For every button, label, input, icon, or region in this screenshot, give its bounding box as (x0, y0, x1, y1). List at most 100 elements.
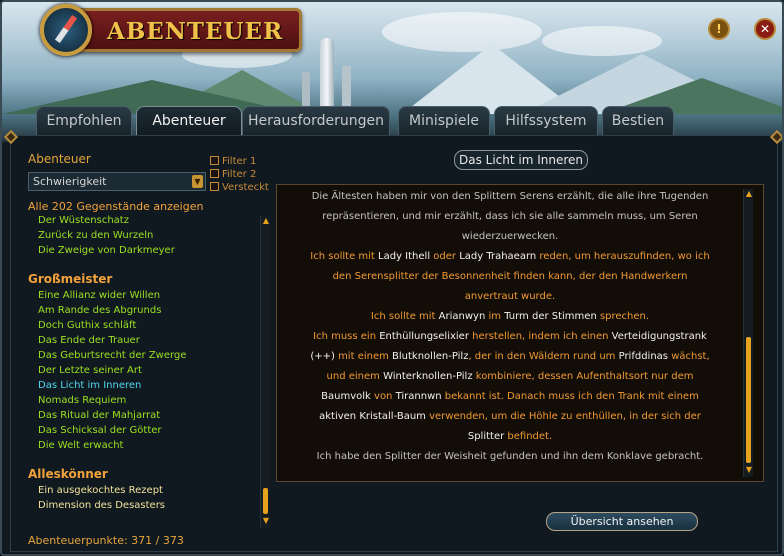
journal-segment: herstellen, indem ich einen (468, 331, 612, 342)
window-title: ABENTEUER (107, 18, 284, 45)
filter-1-checkbox[interactable]: Filter 1 (210, 156, 256, 167)
scroll-down-icon[interactable]: ▼ (261, 516, 271, 526)
list-item[interactable]: Ein ausgekochtes Rezept (38, 485, 163, 496)
list-item[interactable]: Der Letzte seiner Art (38, 365, 142, 376)
journal-line: Splitter befindet. (285, 427, 735, 447)
journal-segment: Die Ältesten haben mir von den Splittern… (311, 191, 709, 202)
list-item[interactable]: Eine Allianz wider Willen (38, 290, 160, 301)
list-item[interactable]: Doch Guthix schläft (38, 320, 136, 331)
journal-segment: Winterknollen-Pilz (383, 371, 473, 382)
journal-segment: bekannt ist. Danach muss ich den Trank m… (441, 391, 699, 402)
journal-segment: Splitter (467, 431, 505, 442)
tab-herausforderungen[interactable]: Herausforderungen (242, 106, 390, 136)
tab-abenteuer[interactable]: Abenteuer (136, 106, 242, 137)
list-item[interactable]: Das Schicksal der Götter (38, 425, 162, 436)
close-icon[interactable]: ✕ (754, 18, 776, 40)
journal-segment: Ich sollte mit (370, 311, 439, 322)
scroll-up-icon[interactable]: ▲ (744, 189, 754, 199)
journal-text: Die Ältesten haben mir von den Splittern… (277, 185, 743, 467)
journal-line: repräsentieren, und mir erzählt, dass ic… (285, 207, 735, 227)
tower-art (302, 72, 310, 110)
tab-label: Abenteuer (152, 113, 226, 129)
journal-segment: Ich sollte mit (310, 251, 379, 262)
journal-line: Die Ältesten haben mir von den Splittern… (285, 187, 735, 207)
sort-dropdown-value: Schwierigkeit (33, 175, 107, 188)
journal-segment: aktiven Kristall-Baum (319, 411, 426, 422)
list-item[interactable]: Die Welt erwacht (38, 440, 123, 451)
list-item[interactable]: Der Wüstenschatz (38, 215, 129, 226)
quest-list: Alle 202 Gegenstände anzeigen Der Wüsten… (26, 198, 258, 524)
chevron-down-icon: ▼ (192, 175, 203, 188)
quest-journal: Die Ältesten haben mir von den Splittern… (276, 184, 764, 482)
list-item-current[interactable]: Das Licht im Inneren (38, 380, 141, 391)
filter-label: Filter 2 (222, 169, 257, 180)
journal-segment: mit einem (334, 351, 393, 362)
tab-bestien[interactable]: Bestien (602, 106, 674, 136)
tab-label: Hilfssystem (505, 113, 587, 129)
list-item[interactable]: Das Ende der Trauer (38, 335, 140, 346)
tab-minispiele[interactable]: Minispiele (398, 106, 490, 136)
list-item[interactable]: Zurück zu den Wurzeln (38, 230, 153, 241)
journal-segment: reden, um herauszufinden, wo ich (536, 251, 710, 262)
adventure-points: Abenteuerpunkte: 371 / 373 (28, 534, 184, 547)
journal-segment: Arianwyn (438, 311, 486, 322)
journal-line: Ich sollte mit Lady Ithell oder Lady Tra… (285, 247, 735, 267)
adventure-window: ABENTEUER ! ✕ Empfohlen Abenteuer Heraus… (0, 0, 784, 556)
journal-segment: Lady Ithell (378, 251, 431, 262)
tab-empfohlen[interactable]: Empfohlen (36, 106, 132, 136)
show-all-link[interactable]: Alle 202 Gegenstände anzeigen (28, 200, 203, 213)
journal-line: anvertraut wurde. (285, 287, 735, 307)
list-item[interactable]: Die Zweige von Darkmeyer (38, 245, 175, 256)
journal-segment: Tirannwn (395, 391, 442, 402)
journal-segment: Turm der Stimmen (504, 311, 597, 322)
journal-segment: den Serensplitter der Besonnenheit finde… (332, 271, 688, 282)
info-icon[interactable]: ! (708, 18, 730, 40)
journal-segment: Ich muss ein (313, 331, 380, 342)
tab-label: Bestien (611, 113, 665, 129)
list-item[interactable]: Nomads Requiem (38, 395, 126, 406)
scroll-down-icon[interactable]: ▼ (744, 465, 754, 475)
journal-segment: Verteidigungstrank (611, 331, 707, 342)
journal-scrollbar[interactable]: ▲ ▼ (743, 189, 753, 477)
scroll-up-icon[interactable]: ▲ (261, 216, 271, 226)
list-item[interactable]: Das Ritual der Mahjarrat (38, 410, 160, 421)
filter-label: Versteckt (222, 182, 269, 193)
journal-segment: , der in den Wäldern rund um (468, 351, 619, 362)
quest-title-label: Das Licht im Inneren (454, 150, 588, 170)
crystal-tower-art (320, 38, 334, 110)
journal-segment: Blutknollen-Pilz (392, 351, 469, 362)
journal-line: aktiven Kristall-Baum verwenden, um die … (285, 407, 735, 427)
checkbox-box (210, 182, 219, 191)
group-header: Alleskönner (28, 467, 108, 481)
list-item[interactable]: Das Geburtsrecht der Zwerge (38, 350, 186, 361)
filter-2-checkbox[interactable]: Filter 2 (210, 169, 256, 180)
tab-hilfssystem[interactable]: Hilfssystem (494, 106, 598, 136)
journal-segment: von (370, 391, 396, 402)
overview-button[interactable]: Übersicht ansehen (546, 512, 698, 531)
journal-segment: und einem (326, 371, 384, 382)
scrollbar-thumb[interactable] (263, 488, 268, 514)
journal-line: den Serensplitter der Besonnenheit finde… (285, 267, 735, 287)
journal-segment: oder (430, 251, 460, 262)
journal-segment: anvertraut wurde. (464, 291, 556, 302)
compass-icon (40, 4, 92, 56)
list-item[interactable]: Dimension des Desasters (38, 500, 165, 511)
journal-segment: repräsentieren, und mir erzählt, dass ic… (322, 211, 698, 222)
journal-segment: Ich habe den Splitter der Weisheit gefun… (316, 451, 704, 462)
journal-line: Ich muss ein Enthüllungselixier herstell… (285, 327, 735, 347)
scrollbar-thumb[interactable] (746, 337, 751, 463)
checkbox-box (210, 169, 219, 178)
filter-hidden-checkbox[interactable]: Versteckt (210, 182, 269, 193)
journal-segment: kombiniere, dessen Aufenthaltsort nur de… (472, 371, 694, 382)
journal-segment: wiederzuerwecken. (461, 231, 559, 242)
sort-dropdown[interactable]: Schwierigkeit ▼ (28, 172, 206, 191)
tower-art (342, 66, 351, 110)
journal-segment: Enthüllungselixier (379, 331, 469, 342)
journal-line: Ich sollte mit Arianwyn im Turm der Stim… (285, 307, 735, 327)
journal-segment: im (485, 311, 505, 322)
journal-segment: sprechen. (596, 311, 650, 322)
list-item[interactable]: Am Rande des Abgrunds (38, 305, 161, 316)
group-header: Großmeister (28, 272, 113, 286)
journal-segment: Baumvolk (321, 391, 371, 402)
quest-list-scrollbar[interactable]: ▲ ▼ (260, 216, 270, 528)
